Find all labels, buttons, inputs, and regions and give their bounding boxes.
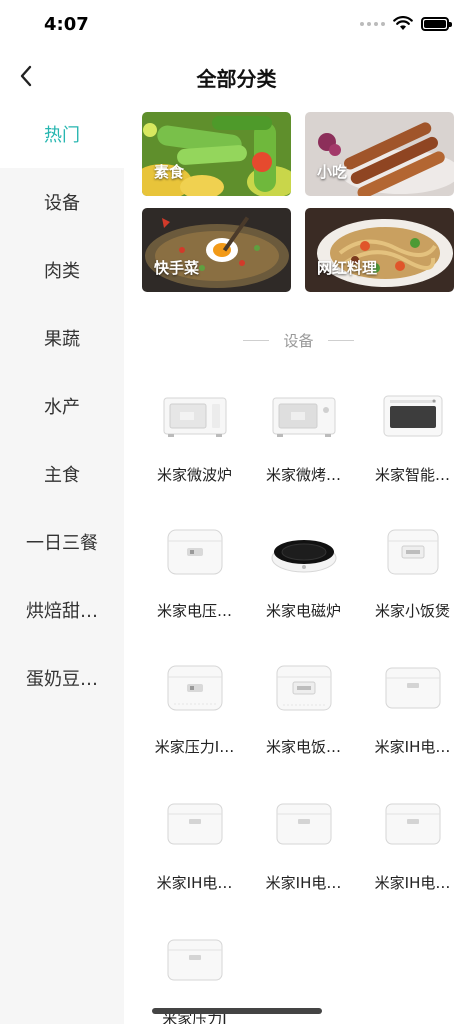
skewers-photo: [305, 112, 454, 196]
device-name: 米家小饭煲: [374, 602, 450, 620]
noodles-photo: [305, 208, 454, 292]
microwave-icon: [163, 397, 226, 437]
status-time: 4:07: [44, 14, 89, 35]
fried-rice-photo: [142, 208, 291, 292]
divider: [243, 340, 270, 341]
microwave-oven-icon: [272, 397, 335, 437]
pressure-rice-cooker-icon: [167, 665, 222, 711]
small-rice-cooker-icon: [387, 529, 438, 575]
banner-label: 素食: [154, 163, 185, 181]
home-indicator: [152, 1008, 322, 1014]
nav-bar: 全部分类: [0, 50, 473, 102]
steam-oven-icon: [383, 395, 442, 437]
banner-label: 小吃: [317, 163, 348, 181]
battery-icon: [421, 16, 452, 31]
ih-rice-cooker-icon: [385, 803, 440, 845]
device-name: 米家电饭…: [265, 738, 341, 756]
device-item[interactable]: 米家压力I…: [140, 656, 249, 762]
section-title: 设备: [283, 332, 314, 350]
category-sidebar: 热门 设备 肉类 果蔬 水产 主食 一日三餐 烘焙甜… 蛋奶豆…: [0, 100, 124, 1024]
device-item[interactable]: 米家电饭…: [249, 656, 358, 762]
banner-grid: 素食 小吃 快手菜 网红料理: [142, 112, 454, 292]
sidebar-item-seafood[interactable]: 水产: [0, 372, 124, 440]
devices-section-header: 设备: [124, 330, 473, 351]
device-name: 米家IH电…: [156, 874, 233, 892]
page-title: 全部分类: [196, 67, 277, 91]
banner-trending-dishes[interactable]: 网红料理: [305, 208, 454, 292]
device-name: 米家智能…: [374, 466, 450, 484]
sidebar-item-baking[interactable]: 烘焙甜…: [0, 576, 124, 644]
device-item[interactable]: 米家电压…: [140, 520, 249, 626]
wifi-icon: [393, 16, 413, 30]
sidebar-item-staple-food[interactable]: 主食: [0, 440, 124, 508]
device-item[interactable]: 米家IH电…: [358, 656, 467, 762]
induction-cooker-icon: [271, 540, 336, 573]
sidebar-item-devices[interactable]: 设备: [0, 168, 124, 236]
device-item[interactable]: 米家IH电…: [358, 792, 467, 898]
device-item[interactable]: 米家IH电…: [140, 792, 249, 898]
device-name: 米家IH电…: [374, 738, 451, 756]
vegetables-photo: [142, 112, 291, 196]
device-item[interactable]: 米家智能…: [358, 384, 467, 490]
pressure-cooker-icon: [167, 529, 222, 575]
device-name: 米家微烤…: [265, 466, 341, 484]
banner-quick-dishes[interactable]: 快手菜: [142, 208, 291, 292]
device-item[interactable]: 米家微波炉: [140, 384, 249, 490]
ih-rice-cooker-icon: [276, 803, 331, 845]
category-content: 素食 小吃 快手菜 网红料理 设备 米家微波炉 米家微烤… 米家智能… 米家电压…: [124, 100, 473, 1024]
device-name: 米家电磁炉: [265, 602, 341, 620]
sidebar-item-egg-dairy[interactable]: 蛋奶豆…: [0, 644, 124, 712]
sidebar-item-fruits-vegetables[interactable]: 果蔬: [0, 304, 124, 372]
rice-cooker-icon: [276, 665, 331, 711]
device-name: 米家IH电…: [374, 874, 451, 892]
divider: [327, 340, 354, 341]
ih-rice-cooker-icon: [167, 803, 222, 845]
device-item[interactable]: 米家电磁炉: [249, 520, 358, 626]
device-name: 米家IH电…: [265, 874, 342, 892]
ih-rice-cooker-icon: [385, 667, 440, 709]
device-grid: 米家微波炉 米家微烤… 米家智能… 米家电压… 米家电磁炉 米家小饭煲 米家压力…: [140, 384, 468, 1024]
banner-vegetarian[interactable]: 素食: [142, 112, 291, 196]
device-name: 米家压力I…: [154, 738, 235, 756]
device-name: 米家电压…: [156, 602, 232, 620]
device-name: 米家微波炉: [156, 466, 232, 484]
device-item[interactable]: 米家微烤…: [249, 384, 358, 490]
pressure-rice-cooker-icon: [167, 939, 222, 981]
banner-label: 网红料理: [317, 259, 378, 277]
status-bar: 4:07: [0, 0, 473, 48]
sidebar-item-hot[interactable]: 热门: [0, 100, 124, 168]
banner-label: 快手菜: [154, 259, 200, 277]
device-item[interactable]: 米家小饭煲: [358, 520, 467, 626]
status-icons: [360, 16, 452, 31]
sidebar-item-three-meals[interactable]: 一日三餐: [0, 508, 124, 576]
signal-icon: [360, 21, 385, 26]
device-item[interactable]: 米家IH电…: [249, 792, 358, 898]
sidebar-item-meat[interactable]: 肉类: [0, 236, 124, 304]
banner-snacks[interactable]: 小吃: [305, 112, 454, 196]
